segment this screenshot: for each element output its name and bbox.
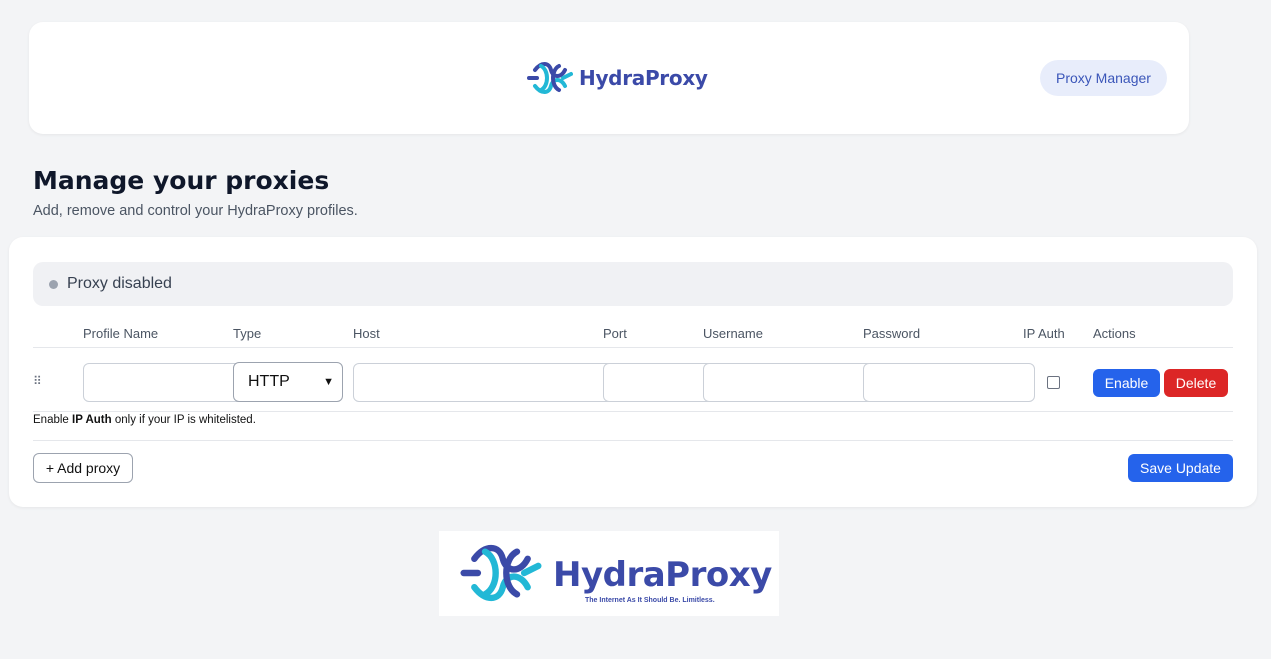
hint-suffix: only if your IP is whitelisted. xyxy=(114,414,256,426)
port-input[interactable] xyxy=(603,363,713,402)
status-text: Proxy disabled xyxy=(67,275,172,292)
hydraproxy-knot-icon xyxy=(527,62,573,94)
table-header: Profile Name Type Host Port Username Pas… xyxy=(33,323,1233,348)
page-subtitle: Add, remove and control your HydraProxy … xyxy=(33,203,358,219)
status-dot-icon xyxy=(49,279,58,289)
type-select-value: HTTP xyxy=(248,373,290,390)
hint-bold: IP Auth xyxy=(72,414,112,426)
add-proxy-button[interactable]: + Add proxy xyxy=(33,453,133,483)
page-title: Manage your proxies xyxy=(33,166,330,195)
drag-handle-icon[interactable]: ⠿ xyxy=(33,374,42,388)
hint-prefix: Enable xyxy=(33,414,69,426)
column-header-actions: Actions xyxy=(1093,326,1136,341)
column-header-host: Host xyxy=(353,326,380,341)
column-header-password: Password xyxy=(863,326,921,341)
column-header-ip-auth: IP Auth xyxy=(1023,326,1065,341)
enable-button[interactable]: Enable xyxy=(1093,369,1160,397)
column-header-username: Username xyxy=(703,326,763,341)
profile-name-input[interactable] xyxy=(83,363,243,402)
column-header-port: Port xyxy=(603,326,627,341)
host-input[interactable] xyxy=(353,363,613,402)
proxy-manager-pill[interactable]: Proxy Manager xyxy=(1040,60,1167,96)
column-header-profile-name: Profile Name xyxy=(83,326,159,341)
save-update-button[interactable]: Save Update xyxy=(1128,454,1233,482)
table-row: ⠿ HTTP ▼ Enable Delete xyxy=(33,348,1233,412)
delete-button[interactable]: Delete xyxy=(1164,369,1228,397)
brand-banner: HydraProxy The Internet As It Should Be.… xyxy=(439,531,779,616)
banner-brand-name: HydraProxy xyxy=(553,555,772,595)
header-card: HydraProxy Proxy Manager xyxy=(29,22,1189,134)
password-input[interactable] xyxy=(863,363,1035,402)
divider xyxy=(33,440,1233,441)
ip-auth-hint: Enable IP Auth only if your IP is whitel… xyxy=(33,414,256,426)
ip-auth-checkbox[interactable] xyxy=(1047,376,1060,389)
chevron-down-icon: ▼ xyxy=(323,376,334,388)
proxy-panel: Proxy disabled Profile Name Type Host Po… xyxy=(9,237,1257,507)
type-select[interactable]: HTTP ▼ xyxy=(233,362,343,402)
brand-name: HydraProxy xyxy=(579,66,708,90)
brand-logo[interactable]: HydraProxy xyxy=(527,60,708,96)
banner-tagline: The Internet As It Should Be. Limitless. xyxy=(585,597,715,604)
username-input[interactable] xyxy=(703,363,873,402)
hydraproxy-knot-icon xyxy=(460,544,542,602)
column-header-type: Type xyxy=(233,326,262,341)
status-bar: Proxy disabled xyxy=(33,262,1233,306)
